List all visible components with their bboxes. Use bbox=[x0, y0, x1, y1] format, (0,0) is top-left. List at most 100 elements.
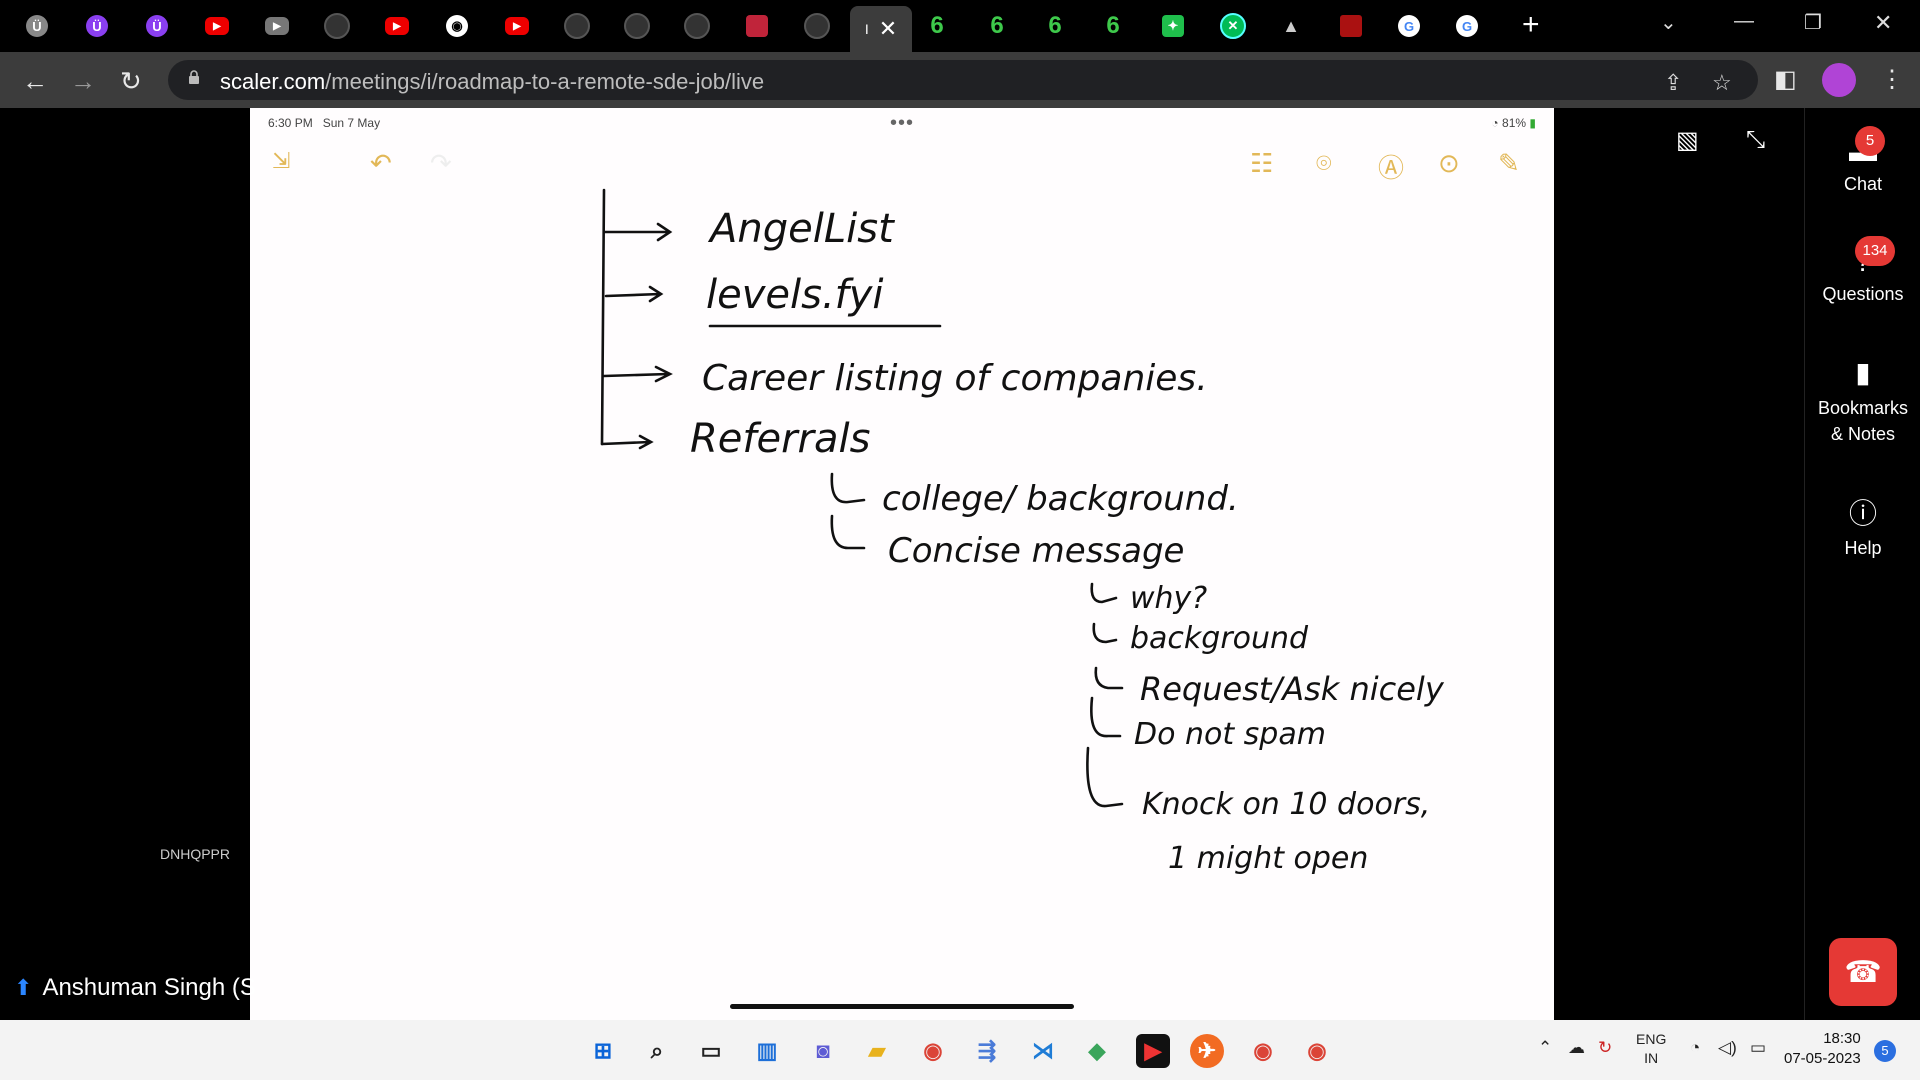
tab-scaler-4[interactable]: 6 bbox=[1084, 6, 1142, 46]
task-view-icon[interactable]: ▭ bbox=[694, 1034, 728, 1068]
help-button[interactable]: ⓘ Help bbox=[1805, 492, 1920, 559]
tab-github-3[interactable] bbox=[608, 6, 666, 46]
wifi-tray-icon[interactable]: ◔ bbox=[1690, 1038, 1700, 1058]
github-icon bbox=[624, 13, 650, 39]
scaler-icon: 6 bbox=[930, 12, 944, 39]
exit-fullscreen-icon[interactable]: ⤡ bbox=[1746, 126, 1765, 154]
compass-icon: ✕ bbox=[1220, 13, 1246, 39]
chat-badge: 5 bbox=[1855, 126, 1885, 156]
branch-college bbox=[830, 472, 866, 504]
bookmark-star-icon[interactable]: ☆ bbox=[1712, 70, 1732, 96]
tab-scaler-2[interactable]: 6 bbox=[968, 6, 1026, 46]
tab-youtube-1[interactable]: ▶ bbox=[188, 6, 246, 46]
new-tab-icon[interactable]: + bbox=[1522, 8, 1540, 42]
branch-knock bbox=[1086, 746, 1124, 808]
tab-u-3[interactable]: Ü bbox=[128, 6, 186, 46]
power-automate-icon[interactable]: ⇶ bbox=[970, 1034, 1004, 1068]
close-window-icon[interactable]: ✕ bbox=[1874, 10, 1892, 36]
notification-badge[interactable]: 5 bbox=[1874, 1040, 1896, 1062]
app-red-icon[interactable]: ▶ bbox=[1136, 1034, 1170, 1068]
tab-green-star[interactable]: ✦ bbox=[1144, 6, 1202, 46]
tab-globe[interactable]: ◉ bbox=[428, 6, 486, 46]
room-code: DNHQPPR bbox=[160, 846, 231, 862]
u-logo-icon: Ü bbox=[86, 15, 108, 37]
tab-mountain[interactable]: ▲ bbox=[1262, 6, 1320, 46]
teams-chat-icon[interactable]: ◙ bbox=[806, 1034, 840, 1068]
youtube-icon: ▶ bbox=[385, 17, 409, 35]
restore-icon[interactable]: ❐ bbox=[1804, 10, 1822, 35]
url-text[interactable]: scaler.com/meetings/i/roadmap-to-a-remot… bbox=[220, 69, 764, 95]
note-spam: Do not spam bbox=[1134, 717, 1326, 752]
end-call-button[interactable]: ☎ bbox=[1829, 938, 1897, 1006]
reload-icon[interactable]: ↻ bbox=[120, 66, 142, 97]
tab-github-5[interactable] bbox=[788, 6, 846, 46]
file-explorer-icon[interactable]: ▰ bbox=[860, 1034, 894, 1068]
tab-u-1[interactable]: Ü bbox=[8, 6, 66, 46]
clock-date: 07-05-2023 bbox=[1784, 1050, 1861, 1067]
side-panel-icon[interactable]: ◧ bbox=[1774, 65, 1797, 94]
system-clock[interactable]: 18:30 07-05-2023 bbox=[1784, 1029, 1861, 1069]
tab-dragon[interactable] bbox=[728, 6, 786, 46]
widgets-icon[interactable]: ▥ bbox=[750, 1034, 784, 1068]
chrome-profile-2-icon[interactable]: ◉ bbox=[1300, 1034, 1334, 1068]
sync-icon[interactable]: ↻ bbox=[1598, 1038, 1612, 1058]
bookmarks-button[interactable]: ▮ Bookmarks & Notes bbox=[1805, 356, 1920, 447]
address-bar[interactable]: scaler.com/meetings/i/roadmap-to-a-remot… bbox=[168, 60, 1758, 100]
tab-search-chevron-icon[interactable]: ⌄ bbox=[1660, 10, 1677, 35]
home-indicator bbox=[730, 1004, 1074, 1009]
tab-github-4[interactable] bbox=[668, 6, 726, 46]
menu-icon[interactable]: ⋮ bbox=[1880, 65, 1904, 94]
gitkraken-icon[interactable]: ◆ bbox=[1080, 1034, 1114, 1068]
search-icon[interactable]: ⌕ bbox=[640, 1034, 674, 1068]
minimize-icon[interactable]: — bbox=[1734, 10, 1754, 33]
start-icon[interactable]: ⊞ bbox=[586, 1034, 620, 1068]
tab-u-2[interactable]: Ü bbox=[68, 6, 126, 46]
questions-label: Questions bbox=[1822, 284, 1904, 304]
tab-github-2[interactable] bbox=[548, 6, 606, 46]
profile-avatar[interactable] bbox=[1822, 63, 1856, 97]
star-icon: ✦ bbox=[1162, 15, 1184, 37]
handwritten-notes: AngelList levels.fyi Career listing of c… bbox=[600, 188, 1445, 876]
arrow-angellist bbox=[602, 222, 673, 242]
language-indicator[interactable]: ENG IN bbox=[1636, 1030, 1666, 1068]
onedrive-icon[interactable]: ☁ bbox=[1568, 1038, 1585, 1058]
taskbar: ⊞ ⌕ ▭ ▥ ◙ ▰ ◉ ⇶ ⋊ ◆ ▶ ✈ ◉ ◉ ⌃ ☁ ↻ ENG IN … bbox=[0, 1020, 1920, 1080]
branch-background bbox=[1092, 622, 1118, 644]
tab-youtube-2[interactable]: ▶ bbox=[248, 6, 306, 46]
tray-chevron-icon[interactable]: ⌃ bbox=[1538, 1038, 1552, 1058]
tab-youtube-3[interactable]: ▶ bbox=[368, 6, 426, 46]
postman-icon[interactable]: ✈ bbox=[1190, 1034, 1224, 1068]
hide-video-icon[interactable]: ▧ bbox=[1676, 126, 1699, 155]
clock-time: 18:30 bbox=[1823, 1030, 1861, 1047]
note-knock: Knock on 10 doors, bbox=[1142, 787, 1430, 822]
youtube-icon: ▶ bbox=[205, 17, 229, 35]
tab-scaler-3[interactable]: 6 bbox=[1026, 6, 1084, 46]
presenter-label: ⬆ Anshuman Singh (S bbox=[14, 974, 256, 1002]
tab-teal[interactable]: ✕ bbox=[1204, 6, 1262, 46]
arrow-career bbox=[602, 365, 673, 383]
share-icon[interactable]: ⇪ bbox=[1664, 70, 1682, 96]
close-tab-icon[interactable]: ✕ bbox=[879, 16, 897, 42]
back-icon[interactable]: ← bbox=[22, 66, 48, 97]
u-logo-icon: Ü bbox=[26, 15, 48, 37]
info-icon: ⓘ bbox=[1848, 498, 1877, 529]
tab-youtube-4[interactable]: ▶ bbox=[488, 6, 546, 46]
vscode-icon[interactable]: ⋊ bbox=[1026, 1034, 1060, 1068]
volume-icon[interactable]: ◁) bbox=[1718, 1038, 1737, 1058]
chat-label: Chat bbox=[1843, 174, 1883, 194]
lock-icon[interactable] bbox=[188, 70, 200, 84]
tab-scaler-1[interactable]: 6 bbox=[908, 6, 966, 46]
tab-google-1[interactable]: G bbox=[1380, 6, 1438, 46]
tab-github-1[interactable] bbox=[308, 6, 366, 46]
tab-active-scaler[interactable]: I ✕ bbox=[850, 6, 912, 52]
battery-tray-icon[interactable]: ▭ bbox=[1750, 1038, 1766, 1058]
tab-red-card[interactable] bbox=[1322, 6, 1380, 46]
arrow-referrals bbox=[600, 434, 654, 450]
chrome-icon[interactable]: ◉ bbox=[916, 1034, 950, 1068]
branch-spam bbox=[1090, 696, 1122, 738]
chrome-profile-1-icon[interactable]: ◉ bbox=[1246, 1034, 1280, 1068]
forward-icon[interactable]: → bbox=[70, 66, 96, 97]
youtube-icon: ▶ bbox=[265, 17, 289, 35]
tab-google-2[interactable]: G bbox=[1438, 6, 1496, 46]
google-icon: G bbox=[1456, 15, 1478, 37]
